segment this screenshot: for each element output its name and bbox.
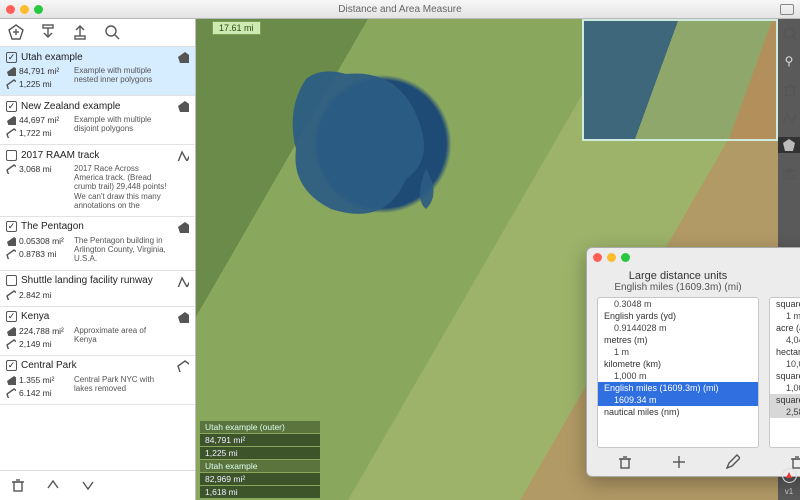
- unit-option[interactable]: 0.9144028 m: [598, 322, 758, 334]
- area-units-list[interactable]: square metres (m²)1 m²acre (ac)4,046.86 …: [769, 297, 800, 448]
- visibility-checkbox[interactable]: [6, 150, 17, 161]
- sidebar-footer: [0, 470, 195, 500]
- distance-units-list[interactable]: 0.3048 mEnglish yards (yd)0.9144028 mmet…: [597, 297, 759, 448]
- visibility-checkbox[interactable]: ✓: [6, 52, 17, 63]
- delete-button[interactable]: [10, 477, 27, 494]
- rail-path-tool[interactable]: [781, 109, 797, 125]
- list-item[interactable]: ✓Kenya224,788 mi²2,149 miApproximate are…: [0, 307, 195, 356]
- popup-zoom[interactable]: [621, 253, 630, 262]
- legend-perim: 1,618 mi: [200, 486, 320, 498]
- window-titlebar: Distance and Area Measure: [0, 0, 800, 19]
- inset-map[interactable]: [582, 19, 778, 141]
- distance-units-heading: Large distance units: [597, 270, 759, 282]
- visibility-checkbox[interactable]: [6, 275, 17, 286]
- item-description: Example with multiple disjoint polygons: [74, 115, 170, 138]
- list-item[interactable]: ✓The Pentagon0.05308 mi²0.8783 miThe Pen…: [0, 217, 195, 271]
- unit-option[interactable]: hectare (ha): [770, 346, 800, 358]
- visibility-checkbox[interactable]: ✓: [6, 221, 17, 232]
- item-name: Utah example: [21, 52, 173, 63]
- unit-option[interactable]: 4,046.86 m²: [770, 334, 800, 346]
- distance-add-button[interactable]: [671, 454, 686, 469]
- sidebar: ✓Utah example84,791 mi²1,225 miExample w…: [0, 19, 196, 500]
- popup-close[interactable]: [593, 253, 602, 262]
- unit-option[interactable]: square kilometres (km²): [770, 370, 800, 382]
- minimize-window[interactable]: [20, 5, 29, 14]
- unit-option[interactable]: 1609.34 m: [598, 394, 758, 406]
- import-button[interactable]: [40, 24, 58, 42]
- add-shape-button[interactable]: [8, 24, 26, 42]
- legend-area: 84,791 mi²: [200, 434, 320, 446]
- list-item[interactable]: ✓New Zealand example44,697 mi²1,722 miEx…: [0, 96, 195, 145]
- zoom-window[interactable]: [34, 5, 43, 14]
- unit-option[interactable]: nautical miles (nm): [598, 406, 758, 418]
- map-canvas[interactable]: 17.61 mi Utah example (outer)84,791 mi²1…: [196, 19, 778, 500]
- legend-title: Utah example (outer): [200, 421, 320, 433]
- units-popup: Large distance units English miles (1609…: [586, 247, 800, 477]
- item-description: Example with multiple nested inner polyg…: [74, 66, 170, 89]
- move-up-button[interactable]: [45, 477, 62, 494]
- list-item[interactable]: 2017 RAAM track3,068 mi2017 Race Across …: [0, 145, 195, 217]
- list-item[interactable]: ✓Central Park1.355 mi²6.142 miCentral Pa…: [0, 356, 195, 405]
- legend-area: 82,969 mi²: [200, 473, 320, 485]
- rail-pin-icon[interactable]: ⚲: [781, 53, 797, 69]
- item-name: New Zealand example: [21, 101, 173, 112]
- unit-option[interactable]: kilometre (km): [598, 358, 758, 370]
- distance-badge: 17.61 mi: [212, 21, 261, 35]
- distance-edit-button[interactable]: [725, 454, 740, 469]
- unit-option[interactable]: acre (ac): [770, 322, 800, 334]
- sidebar-toolbar: [0, 19, 195, 47]
- visibility-checkbox[interactable]: ✓: [6, 311, 17, 322]
- shape-list: ✓Utah example84,791 mi²1,225 miExample w…: [0, 47, 195, 470]
- rail-camera-icon[interactable]: [781, 165, 797, 181]
- map-legend: Utah example (outer)84,791 mi²1,225 miUt…: [200, 420, 320, 498]
- item-name: Shuttle landing facility runway: [21, 275, 173, 286]
- unit-option[interactable]: English miles (1609.3m) (mi): [598, 382, 758, 394]
- distance-delete-button[interactable]: [617, 454, 632, 469]
- move-down-button[interactable]: [80, 477, 97, 494]
- rail-polygon-tool[interactable]: [778, 137, 800, 153]
- unit-option[interactable]: 1,000,000 m²: [770, 382, 800, 394]
- close-window[interactable]: [6, 5, 15, 14]
- legend-title: Utah example: [200, 460, 320, 472]
- unit-option[interactable]: 1,000 m: [598, 370, 758, 382]
- distance-units-column: Large distance units English miles (1609…: [597, 268, 759, 474]
- unit-option[interactable]: metres (m): [598, 334, 758, 346]
- unit-option[interactable]: 1 m²: [770, 310, 800, 322]
- area-units-column: Large area units square miles (mi²) squa…: [769, 268, 800, 474]
- lake-shape: [276, 59, 476, 229]
- unit-option[interactable]: 1 m: [598, 346, 758, 358]
- unit-option[interactable]: 10,000 m²: [770, 358, 800, 370]
- rail-trash-icon[interactable]: [781, 81, 797, 97]
- item-description: Approximate area of Kenya: [74, 326, 170, 349]
- unit-option[interactable]: 0.3048 m: [598, 298, 758, 310]
- legend-perim: 1,225 mi: [200, 447, 320, 459]
- item-description: The Pentagon building in Arlington Count…: [74, 236, 170, 264]
- unit-option[interactable]: square miles (mi²): [770, 394, 800, 406]
- list-item[interactable]: Shuttle landing facility runway2.842 mi: [0, 271, 195, 307]
- unit-option[interactable]: English yards (yd): [598, 310, 758, 322]
- area-delete-button[interactable]: [789, 454, 800, 469]
- area-units-current: square miles (mi²): [769, 282, 800, 293]
- window-title: Distance and Area Measure: [0, 4, 800, 15]
- item-name: Central Park: [21, 360, 173, 371]
- visibility-checkbox[interactable]: ✓: [6, 101, 17, 112]
- toggle-sidebar-icon[interactable]: [780, 4, 794, 15]
- item-description: Central Park NYC with lakes removed: [74, 375, 170, 398]
- distance-units-current: English miles (1609.3m) (mi): [597, 282, 759, 293]
- area-units-heading: Large area units: [769, 270, 800, 282]
- list-item[interactable]: ✓Utah example84,791 mi²1,225 miExample w…: [0, 47, 195, 96]
- unit-option[interactable]: square metres (m²): [770, 298, 800, 310]
- visibility-checkbox[interactable]: ✓: [6, 360, 17, 371]
- item-name: The Pentagon: [21, 221, 173, 232]
- item-description: 2017 Race Across America track. (Bread c…: [74, 164, 170, 210]
- version-label: v1: [785, 487, 793, 496]
- search-button[interactable]: [104, 24, 122, 42]
- unit-option[interactable]: 2,589,990 m²: [770, 406, 800, 418]
- compass-icon[interactable]: [782, 468, 797, 483]
- item-name: 2017 RAAM track: [21, 150, 173, 161]
- item-name: Kenya: [21, 311, 173, 322]
- rail-search-icon[interactable]: [781, 25, 797, 41]
- export-button[interactable]: [72, 24, 90, 42]
- popup-minimize[interactable]: [607, 253, 616, 262]
